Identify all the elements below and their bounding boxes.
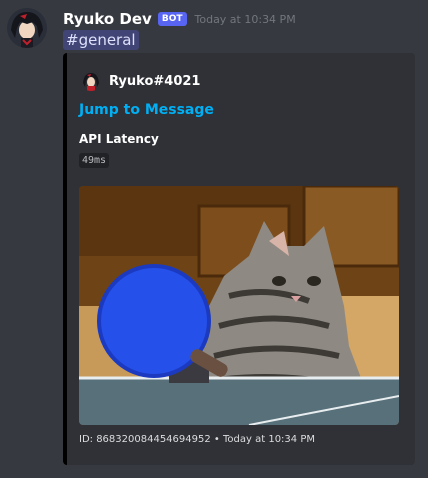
username[interactable]: Ryuko Dev: [63, 10, 152, 28]
jump-to-message-link[interactable]: Jump to Message: [79, 102, 214, 118]
author-name: Ryuko#4021: [109, 73, 201, 89]
footer-time: Today at 10:34 PM: [223, 434, 315, 445]
embed-footer: ID: 868320084454694952 • Today at 10:34 …: [79, 434, 315, 445]
field-name: API Latency: [79, 132, 159, 146]
embed-image[interactable]: [79, 186, 399, 425]
bot-tag: BOT: [157, 12, 187, 26]
message-header: Ryuko Dev BOT Today at 10:34 PM: [63, 9, 296, 29]
author-avatar-icon: [81, 71, 101, 91]
channel-mention[interactable]: #general: [63, 30, 139, 50]
message-timestamp: Today at 10:34 PM: [194, 12, 296, 26]
avatar[interactable]: [7, 8, 47, 48]
footer-separator: •: [213, 434, 220, 445]
footer-id: ID: 868320084454694952: [79, 434, 211, 445]
cat-ping-pong-icon: [79, 186, 399, 425]
embed: Ryuko#4021 Jump to Message API Latency 4…: [63, 53, 415, 465]
field-value: 49ms: [79, 153, 110, 168]
avatar-icon: [7, 8, 47, 48]
embed-accent-bar: [63, 53, 67, 465]
embed-author: Ryuko#4021: [81, 71, 200, 91]
